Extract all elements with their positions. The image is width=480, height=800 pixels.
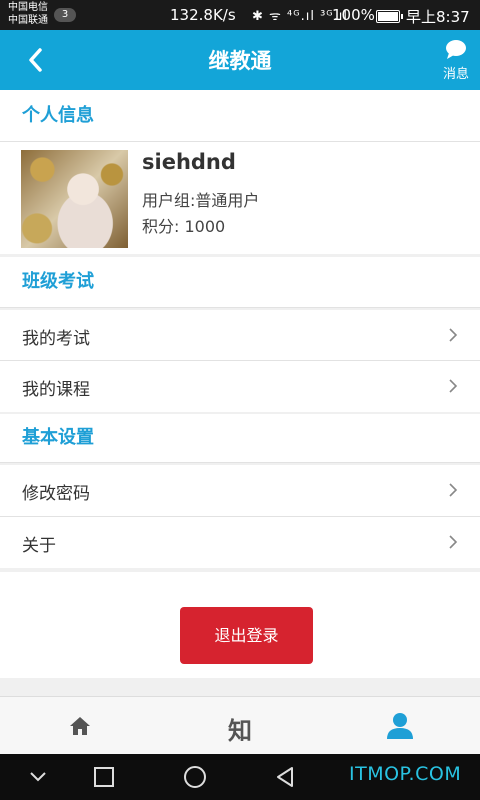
menu-item-my-courses[interactable]: 我的课程	[0, 361, 480, 412]
divider	[0, 307, 480, 308]
status-bar: 中国电信 中国联通 3 132.8K/s ✱ ᯤ ⁴ᴳ.ıl ³ᴳ.ıl 100…	[0, 0, 480, 30]
user-icon	[387, 713, 413, 739]
knowledge-tab-label: 知	[228, 717, 252, 745]
carrier-1: 中国电信	[8, 2, 48, 13]
battery-percent: 100%	[332, 6, 375, 24]
menu-item-label: 修改密码	[22, 484, 90, 504]
app-bar: 继教通 消息	[0, 30, 480, 90]
carrier-names: 中国电信 中国联通	[8, 1, 48, 27]
back-triangle-icon[interactable]	[270, 762, 300, 792]
messages-button[interactable]: 消息	[438, 37, 474, 83]
battery-icon	[376, 10, 403, 23]
menu-item-about[interactable]: 关于	[0, 517, 480, 568]
divider	[0, 462, 480, 463]
tab-profile[interactable]	[320, 697, 480, 755]
menu-item-label: 我的课程	[22, 380, 90, 400]
logout-button[interactable]: 退出登录	[180, 607, 313, 664]
menu-item-label: 我的考试	[22, 329, 90, 349]
messages-label: 消息	[442, 67, 469, 82]
page-title: 继教通	[208, 49, 272, 73]
clock: 早上8:37	[406, 8, 470, 26]
user-group: 用户组:普通用户	[142, 191, 260, 210]
chevron-right-icon	[449, 483, 458, 497]
battery-level-fill	[378, 12, 398, 21]
watermark: ITMOP.COM	[349, 763, 462, 785]
chevron-right-icon	[449, 328, 458, 342]
tab-bar: 知	[0, 696, 480, 755]
section-title-exam: 班级考试	[0, 257, 480, 307]
chevron-down-icon[interactable]	[23, 762, 53, 792]
user-points: 积分: 1000	[142, 217, 226, 236]
recent-apps-square-icon[interactable]	[89, 762, 119, 792]
menu-item-change-password[interactable]: 修改密码	[0, 465, 480, 516]
menu-item-my-exams[interactable]: 我的考试	[0, 310, 480, 361]
menu-item-label: 关于	[22, 536, 56, 556]
net-speed: 132.8K/s	[170, 6, 236, 24]
carrier-2: 中国联通	[8, 15, 48, 26]
section-title-profile: 个人信息	[0, 90, 480, 141]
tab-home[interactable]	[0, 697, 160, 755]
chevron-right-icon	[449, 379, 458, 393]
avatar	[21, 150, 128, 248]
section-title-settings: 基本设置	[0, 414, 480, 462]
tab-knowledge[interactable]: 知	[160, 697, 320, 755]
home-circle-icon[interactable]	[180, 762, 210, 792]
chat-bubble-icon	[446, 40, 466, 59]
chevron-right-icon	[449, 535, 458, 549]
sim-badge: 3	[54, 8, 76, 22]
home-icon	[70, 717, 90, 735]
username: siehdnd	[142, 150, 236, 174]
